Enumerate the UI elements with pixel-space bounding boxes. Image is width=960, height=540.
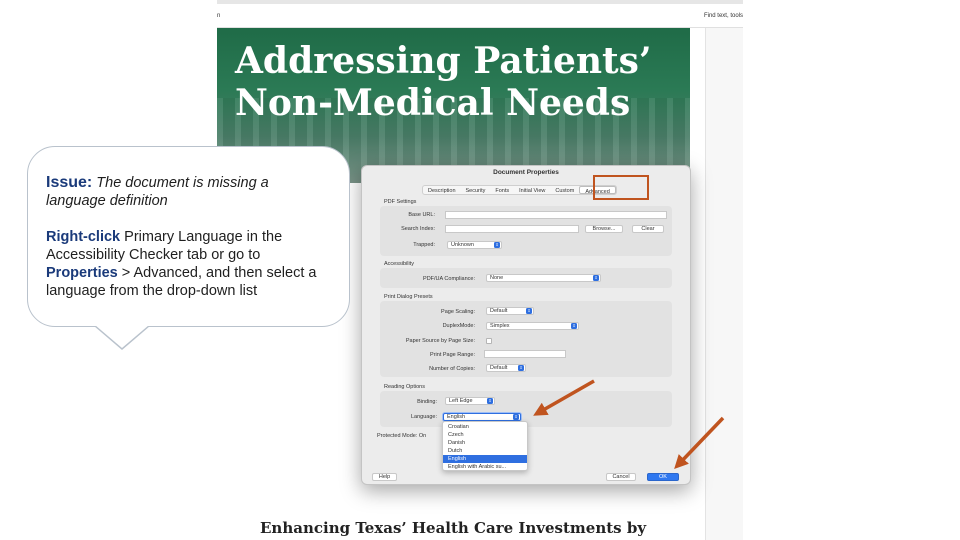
base-url-input[interactable] (445, 211, 667, 219)
chevron-updown-icon: ⇕ (487, 398, 493, 404)
trapped-select[interactable]: Unknown ⇕ (447, 241, 502, 249)
language-option-croatian[interactable]: Croatian (443, 423, 527, 431)
protected-mode-label: Protected Mode: (377, 433, 418, 439)
banner-title-line1: Addressing Patients’ (235, 40, 652, 82)
number-of-copies-label: Number of Copies: (429, 366, 475, 372)
fix-instructions: Right-click Primary Language in the Acce… (46, 228, 331, 300)
page-scaling-value: Default (490, 308, 508, 314)
document-section-heading: Enhancing Texas’ Health Care Investments… (260, 519, 647, 537)
help-button[interactable]: Help (372, 473, 397, 481)
trapped-label: Trapped: (413, 242, 435, 248)
print-presets-title: Print Dialog Presets (384, 294, 433, 300)
banner-title-line2: Non-Medical Needs (235, 82, 631, 124)
pdfua-compliance-label: PDF/UA Compliance: (423, 276, 475, 282)
language-label: Language: (411, 414, 437, 420)
number-of-copies-value: Default (490, 365, 508, 371)
toolbar-left-text: n (217, 13, 221, 19)
document-properties-dialog: Document Properties Description Security… (361, 165, 691, 485)
language-select[interactable]: English ⇕ (443, 413, 521, 421)
language-option-dutch[interactable]: Dutch (443, 447, 527, 455)
base-url-label: Base URL: (408, 212, 435, 218)
reading-options-title: Reading Options (384, 384, 425, 390)
language-option-english[interactable]: English (443, 455, 527, 463)
page-scaling-label: Page Scaling: (441, 309, 475, 315)
callout-tail-fill (95, 325, 149, 348)
chevron-updown-icon: ⇕ (593, 275, 599, 281)
duplex-mode-select[interactable]: Simplex ⇕ (486, 322, 579, 330)
clear-button[interactable]: Clear (632, 225, 664, 233)
chevron-updown-icon: ⇕ (571, 323, 577, 329)
search-index-label: Search Index: (401, 226, 435, 232)
cancel-button[interactable]: Cancel (606, 473, 636, 481)
banner-title: Addressing Patients’ Non-Medical Needs (235, 40, 651, 124)
tab-description[interactable]: Description (423, 186, 461, 194)
viewer-side-panel (705, 28, 743, 540)
dialog-tab-bar: Description Security Fonts Initial View … (422, 185, 617, 195)
binding-select[interactable]: Left Edge ⇕ (445, 397, 495, 405)
number-of-copies-select[interactable]: Default ⇕ (486, 364, 526, 372)
pdfua-compliance-value: None (490, 275, 504, 281)
paper-source-label: Paper Source by Page Size: (405, 338, 475, 344)
pdfua-compliance-select[interactable]: None ⇕ (486, 274, 601, 282)
protected-mode: Protected Mode: On (377, 433, 426, 439)
instruction-bold-properties: Properties (46, 265, 118, 281)
browse-button[interactable]: Browse... (585, 225, 623, 233)
language-option-czech[interactable]: Czech (443, 431, 527, 439)
tab-fonts[interactable]: Fonts (490, 186, 514, 194)
binding-label: Binding: (417, 399, 437, 405)
paper-source-checkbox[interactable] (486, 338, 492, 344)
language-option-english-arabic[interactable]: English with Arabic su... (443, 463, 527, 471)
instruction-callout: Issue: The document is missing a languag… (27, 146, 350, 327)
issue-label: Issue: (46, 174, 93, 191)
advanced-tab-highlight-box (593, 175, 649, 200)
page-scaling-select[interactable]: Default ⇕ (486, 307, 534, 315)
chevron-updown-icon: ⇕ (518, 365, 524, 371)
chevron-updown-icon: ⇕ (494, 242, 500, 248)
binding-value: Left Edge (449, 398, 473, 404)
accessibility-title: Accessibility (384, 261, 414, 267)
duplex-mode-value: Simplex (490, 323, 510, 329)
find-tools-search[interactable]: Find text, tools (704, 13, 743, 19)
tab-custom[interactable]: Custom (550, 186, 579, 194)
tab-security[interactable]: Security (461, 186, 491, 194)
print-page-range-label: Print Page Range: (430, 352, 475, 358)
tab-initial-view[interactable]: Initial View (514, 186, 550, 194)
instruction-bold-right-click: Right-click (46, 229, 121, 245)
language-option-danish[interactable]: Danish (443, 439, 527, 447)
chevron-updown-icon: ⇕ (513, 414, 519, 420)
chevron-updown-icon: ⇕ (526, 308, 532, 314)
duplex-mode-label: DuplexMode: (442, 323, 475, 329)
search-index-input[interactable] (445, 225, 579, 233)
print-page-range-input[interactable] (484, 350, 566, 358)
protected-mode-value: On (418, 433, 427, 439)
pdf-settings-title: PDF Settings (384, 199, 417, 205)
trapped-value: Unknown (451, 242, 474, 248)
language-dropdown-list: Croatian Czech Danish Dutch English Engl… (442, 421, 528, 471)
language-value: English (447, 414, 466, 420)
issue-statement: Issue: The document is missing a languag… (46, 174, 331, 210)
viewer-toolbar: n Find text, tools (217, 4, 743, 28)
ok-button[interactable]: OK (647, 473, 679, 481)
